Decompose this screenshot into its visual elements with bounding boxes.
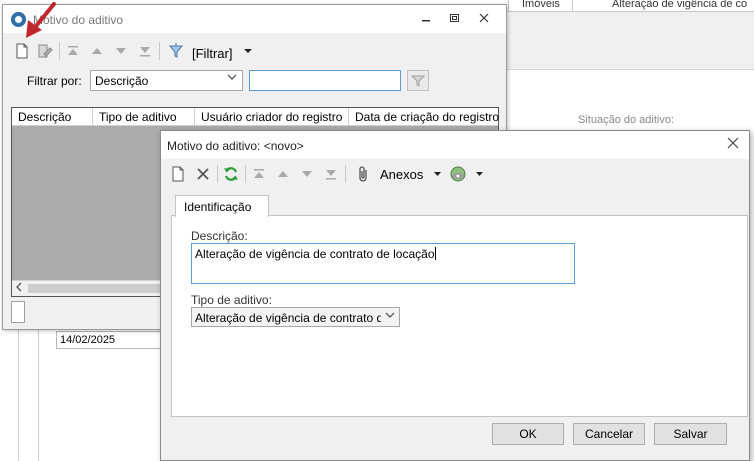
attachments-label[interactable]: Anexos xyxy=(380,167,423,182)
last-icon xyxy=(326,170,336,180)
scroll-left-icon[interactable] xyxy=(15,282,23,295)
chevron-down-icon[interactable] xyxy=(475,170,484,181)
type-label: Tipo de aditivo: xyxy=(191,293,272,307)
next-record-button[interactable] xyxy=(298,165,316,183)
background-tab-bar: Imóveis Alteração de vigência de co xyxy=(500,0,754,12)
list-toolbar: [Filtrar] xyxy=(3,39,506,63)
cancel-button[interactable]: Cancelar xyxy=(573,423,645,445)
new-document-icon xyxy=(16,43,28,59)
edit-document-icon xyxy=(38,44,53,58)
last-record-button[interactable] xyxy=(322,165,340,183)
tab-identificacao[interactable]: Identificação xyxy=(175,195,269,217)
tab-separator xyxy=(508,0,509,12)
window-titlebar: Motivo do aditivo xyxy=(3,5,506,33)
date-field[interactable]: 14/02/2025 xyxy=(56,331,166,349)
situacao-label: Situação do aditivo: xyxy=(578,114,675,126)
save-button[interactable]: Salvar xyxy=(654,423,727,445)
apply-filter-button[interactable] xyxy=(407,70,429,91)
filter-funnel-button[interactable] xyxy=(167,42,185,60)
down-arrow-icon xyxy=(116,48,126,54)
first-record-button[interactable] xyxy=(64,42,82,60)
ok-button[interactable]: OK xyxy=(492,423,564,445)
filter-by-label: Filtrar por: xyxy=(27,74,82,88)
chevron-down-icon[interactable] xyxy=(433,170,442,181)
minimize-button[interactable] xyxy=(417,11,435,27)
close-icon xyxy=(727,137,739,149)
dialog-titlebar: Motivo do aditivo: <novo> xyxy=(161,131,749,159)
chevron-down-icon xyxy=(385,310,395,323)
first-icon xyxy=(68,46,78,55)
type-select[interactable]: Alteração de vigência de contrato de lo xyxy=(191,307,400,327)
description-value: Alteração de vigência de contrato de loc… xyxy=(195,247,435,261)
toolbar-separator xyxy=(59,42,60,60)
column-separator[interactable] xyxy=(194,108,195,126)
filter-field-value: Descrição xyxy=(95,74,149,88)
background-toolbar-strip xyxy=(500,12,754,70)
tab-alteracao-vigencia[interactable]: Alteração de vigência de co xyxy=(612,0,747,10)
column-header-data[interactable]: Data de criação do registro xyxy=(355,110,499,124)
dialog-title: Motivo do aditivo: <novo> xyxy=(167,139,304,153)
new-record-button[interactable] xyxy=(169,165,187,183)
column-separator[interactable] xyxy=(92,108,93,126)
down-arrow-icon xyxy=(302,171,312,177)
new-record-button[interactable] xyxy=(13,42,31,60)
chevron-down-icon xyxy=(227,72,237,85)
toolbar-separator xyxy=(217,165,218,183)
text-caret xyxy=(434,247,436,260)
edit-record-button[interactable] xyxy=(36,42,54,60)
new-document-icon xyxy=(172,166,184,182)
column-separator[interactable] xyxy=(348,108,349,126)
toolbar-separator xyxy=(345,165,346,183)
funnel-icon xyxy=(411,75,425,87)
paperclip-icon xyxy=(359,166,367,182)
last-icon xyxy=(140,47,150,57)
tab-imoveis[interactable]: Imóveis xyxy=(522,0,560,10)
restore-icon xyxy=(449,14,459,22)
minimize-icon xyxy=(422,20,430,22)
attachments-button[interactable] xyxy=(355,165,373,183)
globe-button[interactable] xyxy=(449,165,467,183)
dialog-close-button[interactable] xyxy=(727,137,739,152)
toolbar-separator xyxy=(245,165,246,183)
column-header-tipo[interactable]: Tipo de aditivo xyxy=(99,110,177,124)
tab-separator xyxy=(572,0,573,12)
delete-record-button[interactable] xyxy=(194,165,212,183)
column-header-descricao[interactable]: Descrição xyxy=(18,110,71,124)
motivo-aditivo-dialog: Motivo do aditivo: <novo> Anexos Identif… xyxy=(160,130,750,461)
column-header-usuario[interactable]: Usuário criador do registro xyxy=(201,110,342,124)
chevron-down-icon xyxy=(244,49,252,53)
type-value: Alteração de vigência de contrato de lo xyxy=(195,311,381,325)
grid-header: Descrição Tipo de aditivo Usuário criado… xyxy=(12,108,499,126)
toolbar-separator xyxy=(159,42,160,60)
description-field[interactable]: Alteração de vigência de contrato de loc… xyxy=(191,243,575,284)
next-record-button[interactable] xyxy=(112,42,130,60)
refresh-icon xyxy=(224,167,238,181)
previous-record-button[interactable] xyxy=(274,165,292,183)
refresh-button[interactable] xyxy=(222,165,240,183)
filter-button-label[interactable]: [Filtrar] xyxy=(192,46,232,61)
filter-field-select[interactable]: Descrição xyxy=(90,70,243,91)
up-arrow-icon xyxy=(92,48,102,54)
first-icon xyxy=(254,169,264,178)
delete-x-icon xyxy=(197,168,209,180)
previous-record-button[interactable] xyxy=(88,42,106,60)
globe-icon xyxy=(450,166,466,182)
up-arrow-icon xyxy=(278,171,288,177)
first-record-button[interactable] xyxy=(250,165,268,183)
filter-dropdown-button[interactable] xyxy=(239,42,257,60)
close-button[interactable] xyxy=(475,11,493,27)
filter-text-input[interactable] xyxy=(249,70,401,91)
description-label: Descrição: xyxy=(191,229,248,243)
funnel-icon xyxy=(168,43,184,58)
status-box xyxy=(11,301,25,323)
annotation-arrow-icon xyxy=(26,2,56,38)
dialog-toolbar: Anexos xyxy=(167,162,741,188)
scrollbar-thumb[interactable] xyxy=(28,284,168,293)
close-icon xyxy=(479,13,489,23)
last-record-button[interactable] xyxy=(136,42,154,60)
restore-button[interactable] xyxy=(445,11,463,27)
